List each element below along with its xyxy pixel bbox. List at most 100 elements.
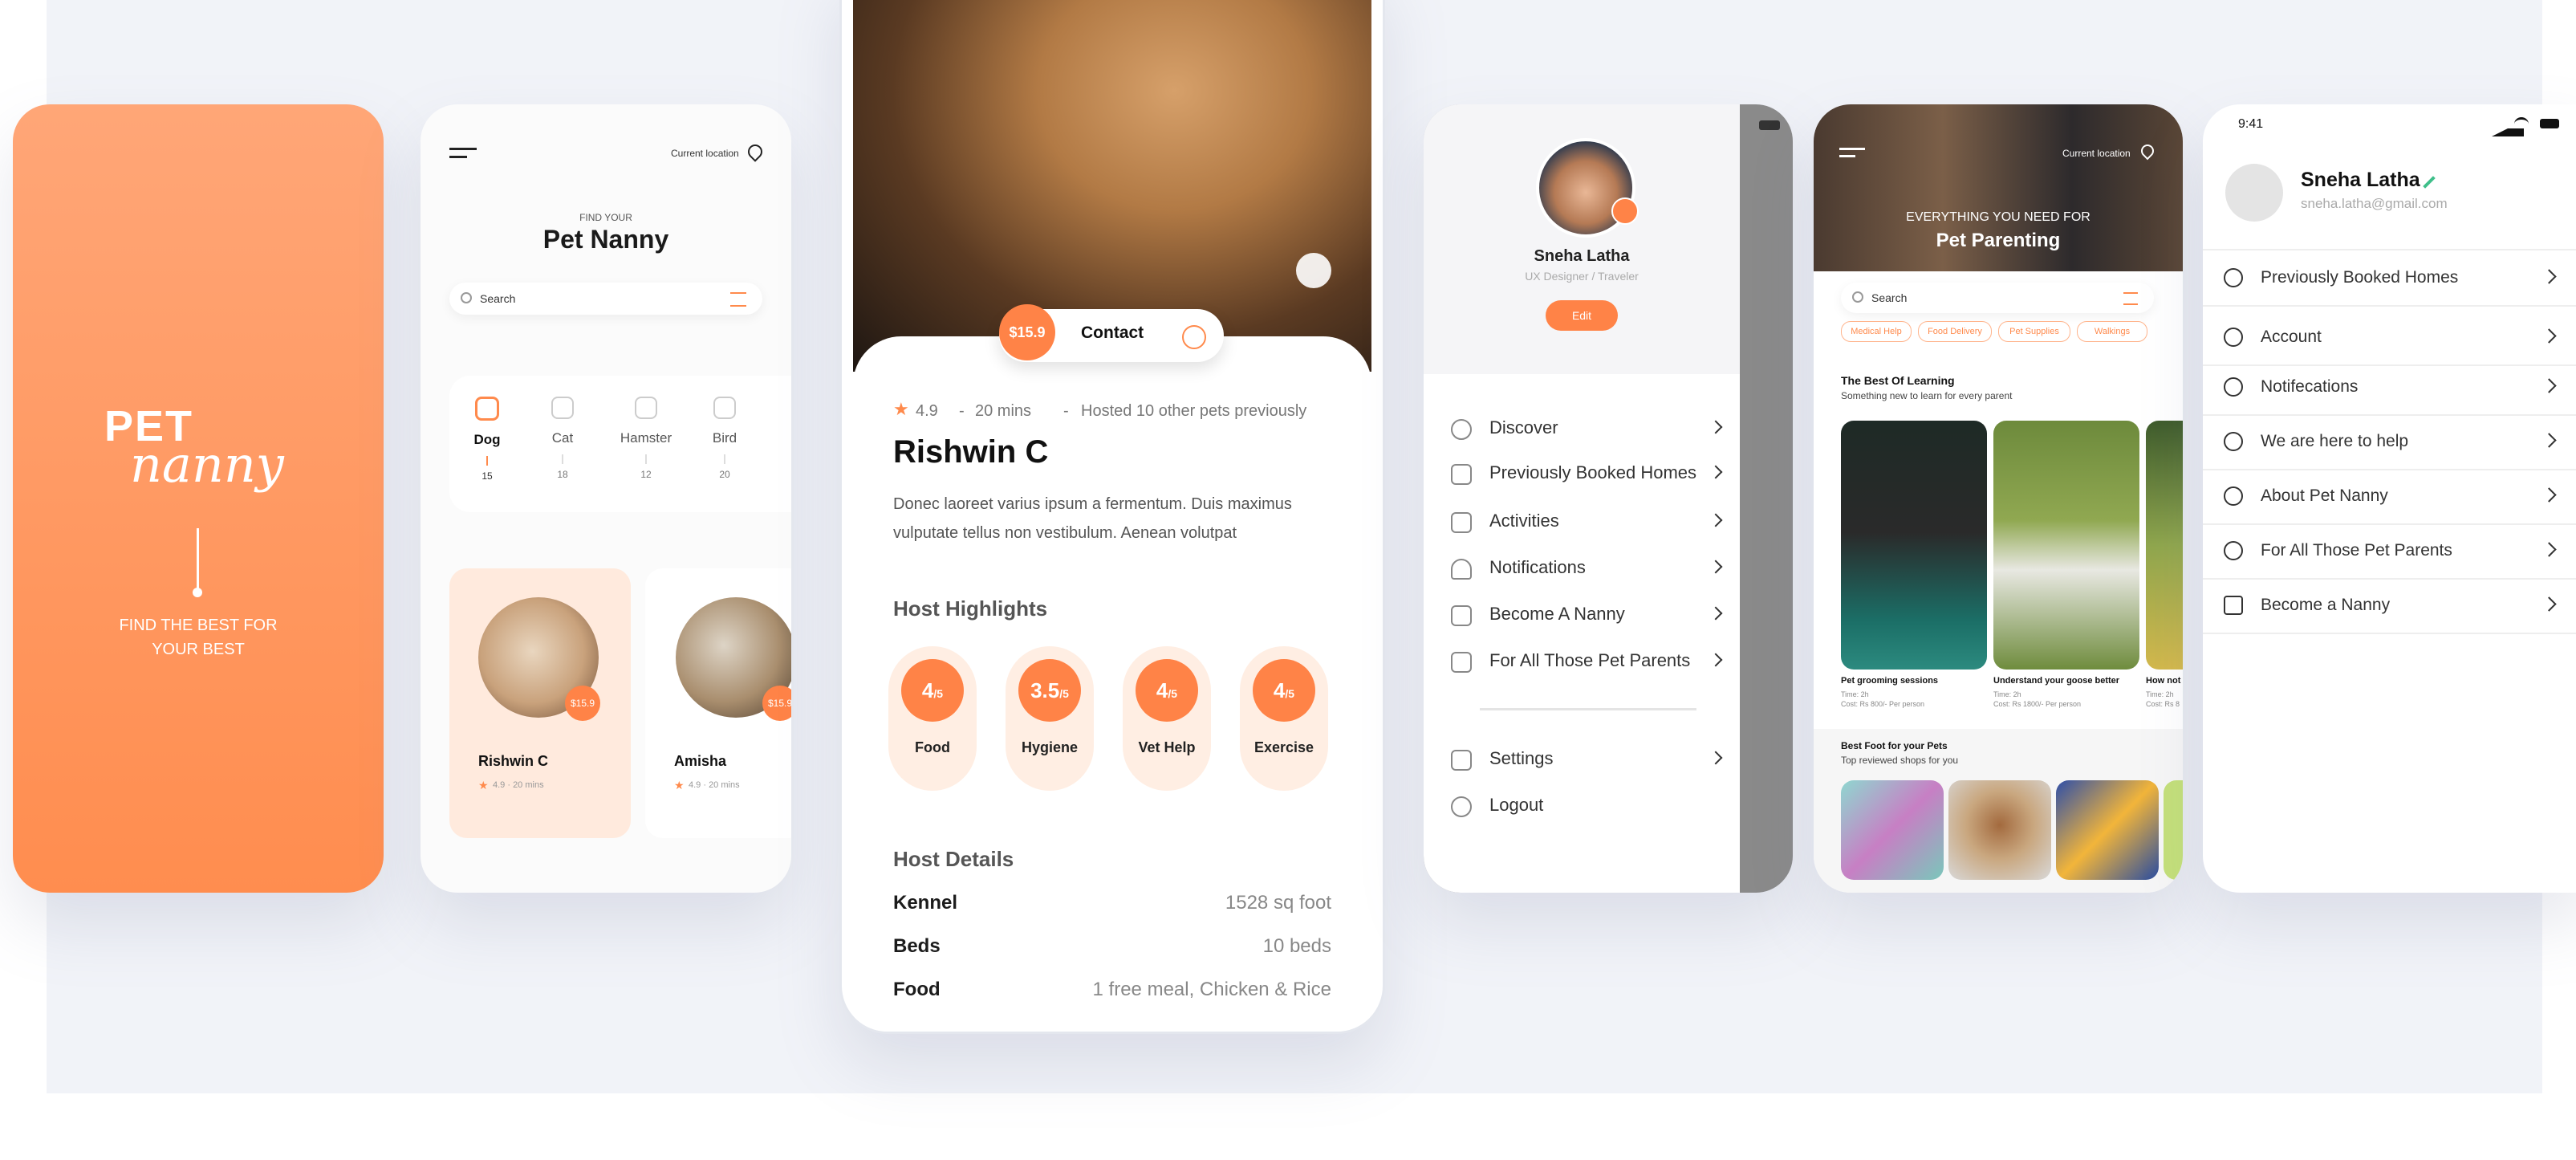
detail-key: Kennel — [893, 892, 958, 914]
user-name: Sneha Latha — [1534, 247, 1630, 265]
price-badge: $15.9 — [565, 686, 600, 721]
menu-item-become-nanny[interactable]: Become A Nanny — [1451, 599, 1724, 631]
hamster-icon — [635, 397, 657, 419]
rating: 4.9 — [916, 402, 938, 420]
compass-icon — [1451, 419, 1472, 440]
hero-title: Pet Parenting — [1936, 230, 2061, 251]
nanny-card[interactable]: $15.9 Amisha ★ 4.9 · 20 mins — [645, 568, 791, 838]
avatar[interactable] — [2225, 164, 2283, 222]
menu-divider — [1480, 708, 1696, 710]
description-line-1: Donec laoreet varius ipsum a fermentum. … — [893, 495, 1292, 513]
category-dog[interactable]: Dog 15 — [451, 397, 523, 482]
star-icon: ★ — [674, 779, 685, 792]
category-count: 12 — [640, 469, 652, 480]
contact-label[interactable]: Contact — [1081, 324, 1144, 343]
shop-card-image[interactable] — [2056, 780, 2159, 880]
highlight-food: 4/5 Food — [888, 646, 977, 791]
detail-value: 1528 sq foot — [1225, 892, 1331, 914]
edit-button[interactable]: Edit — [1546, 300, 1618, 331]
chip-walkings[interactable]: Walkings — [2077, 321, 2147, 342]
learning-card-title: Pet grooming sessions — [1841, 676, 1939, 686]
phone-icon[interactable] — [1182, 325, 1206, 349]
highlight-label: Food — [915, 739, 950, 755]
category-count: 15 — [481, 470, 493, 482]
search-input[interactable]: Search — [480, 292, 515, 305]
info-icon — [2224, 486, 2243, 506]
chip-food-delivery[interactable]: Food Delivery — [1918, 321, 1992, 342]
search-icon — [1852, 291, 1863, 303]
settings-row-become-nanny[interactable]: Become a Nanny — [2203, 578, 2576, 634]
menu-item-discover[interactable]: Discover — [1451, 413, 1724, 445]
location-label[interactable]: Current location — [2062, 148, 2131, 159]
category-name: Hamster — [620, 430, 672, 446]
category-bird[interactable]: Bird 20 — [689, 397, 761, 480]
splash-screen: PET nanny FIND THE BEST FOR YOUR BEST — [13, 104, 384, 893]
category-hamster[interactable]: Hamster 12 — [610, 397, 682, 480]
price-badge: $15.9 — [762, 686, 791, 721]
nanny-detail-screen: $15.9 Contact ★ 4.9 - 20 mins - Hosted 1… — [839, 0, 1385, 1034]
menu-icon[interactable] — [1839, 148, 1865, 159]
status-time: 9:41 — [2238, 117, 2264, 131]
filter-icon[interactable] — [2123, 292, 2138, 305]
chat-icon — [2224, 541, 2243, 560]
pet-parenting-screen: Current location EVERYTHING YOU NEED FOR… — [1814, 104, 2183, 893]
dog-icon — [475, 397, 499, 421]
bell-icon — [1451, 559, 1472, 580]
shop-card-image[interactable] — [1948, 780, 2051, 880]
nanny-card[interactable]: $15.9 Rishwin C ★ 4.9 · 20 mins — [449, 568, 631, 838]
settings-row-help[interactable]: We are here to help — [2203, 414, 2576, 470]
menu-item-logout[interactable]: Logout — [1451, 790, 1724, 822]
menu-item-pet-parents[interactable]: For All Those Pet Parents — [1451, 645, 1724, 678]
menu-icon[interactable] — [449, 148, 477, 161]
nanny-meta: 4.9 · 20 mins — [493, 780, 544, 790]
help-icon — [2224, 432, 2243, 451]
search-input[interactable]: Search — [1871, 291, 1907, 304]
nanny-name: Rishwin C — [478, 753, 549, 769]
share-icon[interactable] — [1296, 253, 1331, 288]
settings-row-booked-homes[interactable]: Previously Booked Homes — [2203, 249, 2576, 307]
settings-row-about[interactable]: About Pet Nanny — [2203, 469, 2576, 525]
avatar-check-icon — [1611, 197, 1639, 225]
shop-card-image[interactable] — [1841, 780, 1944, 880]
power-icon — [1451, 796, 1472, 817]
separator: - — [1063, 402, 1069, 420]
time: 20 mins — [975, 402, 1032, 420]
highlights-heading: Host Highlights — [893, 596, 1048, 621]
learning-card-image[interactable] — [1993, 421, 2139, 670]
menu-item-settings[interactable]: Settings — [1451, 743, 1724, 775]
filter-icon[interactable] — [730, 292, 746, 307]
menu-item-booked-homes[interactable]: Previously Booked Homes — [1451, 458, 1724, 490]
location-label[interactable]: Current location — [671, 148, 739, 159]
find-nanny-screen: Current location FIND YOUR Pet Nanny Sea… — [421, 104, 791, 893]
price-badge: $15.9 — [999, 304, 1055, 360]
settings-row-account[interactable]: Account — [2203, 310, 2576, 366]
learning-card-time: Time: 2h — [1841, 690, 1869, 698]
search-bar[interactable]: Search — [449, 283, 762, 315]
page-title: Pet Nanny — [542, 225, 669, 254]
settings-row-pet-parents[interactable]: For All Those Pet Parents — [2203, 523, 2576, 580]
search-bar[interactable]: Search — [1841, 283, 2154, 313]
user-role: UX Designer / Traveler — [1525, 270, 1639, 283]
chip-medical-help[interactable]: Medical Help — [1841, 321, 1912, 342]
page-subtitle: FIND YOUR — [579, 212, 632, 223]
highlight-score: 3.5/5 — [1018, 659, 1081, 722]
edit-pencil-icon[interactable] — [2423, 176, 2436, 189]
learning-card-image[interactable] — [1841, 421, 1987, 670]
bell-icon — [2224, 377, 2243, 397]
menu-item-notifications[interactable]: Notifications — [1451, 552, 1724, 584]
menu-item-activities[interactable]: Activities — [1451, 506, 1724, 538]
highlight-score: 4/5 — [1136, 659, 1198, 722]
calendar-icon — [2224, 596, 2243, 615]
highlight-exercise: 4/5 Exercise — [1240, 646, 1328, 791]
category-cat[interactable]: Cat 18 — [526, 397, 599, 480]
learning-card-image[interactable] — [2146, 421, 2183, 670]
detail-key: Food — [893, 979, 941, 1000]
shop-card-image[interactable] — [2164, 780, 2183, 880]
logo-bottom: nanny — [130, 435, 284, 494]
chip-pet-supplies[interactable]: Pet Supplies — [1998, 321, 2070, 342]
food-title: Best Foot for your Pets — [1841, 740, 1948, 751]
highlight-label: Hygiene — [1021, 739, 1079, 755]
settings-row-notifications[interactable]: Notifecations — [2203, 360, 2576, 416]
learning-card-cost: Cost: Rs 1800/- Per person — [1993, 700, 2082, 708]
grid-icon — [1451, 512, 1472, 533]
